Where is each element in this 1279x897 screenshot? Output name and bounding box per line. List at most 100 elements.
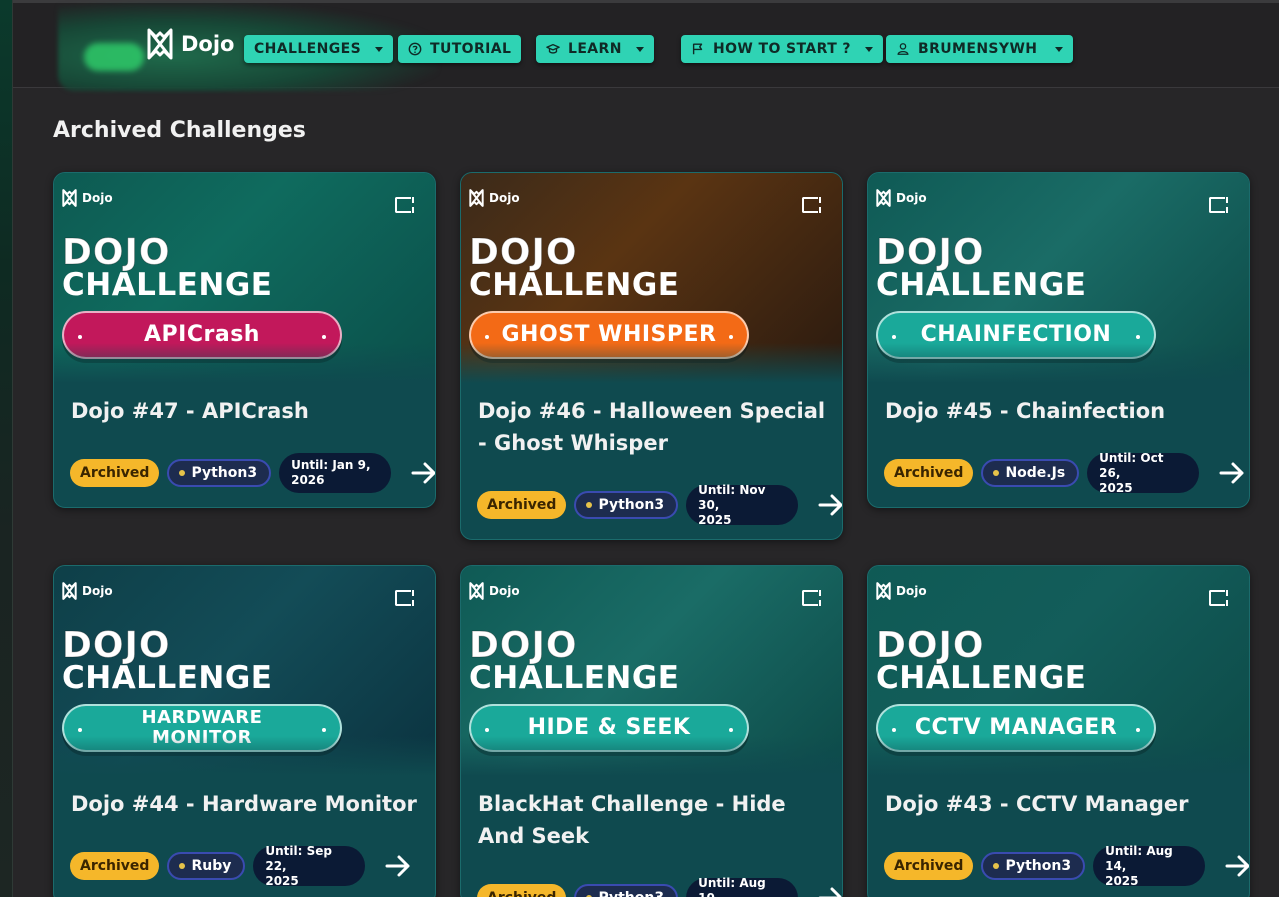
language-label: Python3 [598, 497, 665, 513]
challenge-banner-image: Dojo DOJO CHALLENGE CCTV MANAGER [868, 566, 1249, 776]
banner-fade [54, 343, 435, 383]
dojo-logo-icon [876, 189, 891, 207]
language-label: Ruby [191, 858, 232, 874]
chevron-down-icon [635, 46, 644, 52]
deadline-line1: Until: Aug 14, [1105, 843, 1173, 873]
arrow-right-icon[interactable] [409, 458, 435, 488]
challenge-meta: Archived Python3 Until: Aug 14, 2025 [884, 843, 1249, 888]
language-icon [179, 470, 186, 476]
banner-line2: CHALLENGE [876, 267, 1087, 303]
brand[interactable]: Dojo [147, 28, 234, 60]
page-title: Archived Challenges [53, 118, 306, 143]
nav-learn-label: LEARN [568, 41, 622, 57]
nav-tutorial-button[interactable]: TUTORIAL [398, 35, 522, 63]
nav-challenges-label: CHALLENGES [254, 41, 362, 57]
status-badge: Archived [477, 491, 567, 519]
flag-icon [692, 43, 703, 55]
language-icon [179, 863, 186, 869]
deadline-text: Until: Jan 9, 2026 [291, 458, 370, 488]
nav-tutorial-label: TUTORIAL [430, 41, 512, 57]
deadline-text: Until: Nov 30, 2025 [698, 483, 786, 528]
deadline-line2: 2025 [265, 873, 299, 888]
banner-brand-name: Dojo [82, 191, 113, 205]
deadline-line1: Until: Aug 10, [698, 875, 766, 897]
challenge-banner-image: Dojo DOJO CHALLENGE GHOST WHISPER [461, 173, 842, 383]
challenge-title[interactable]: Dojo #43 - CCTV Manager [885, 788, 1235, 820]
challenge-card[interactable]: Dojo DOJO CHALLENGE APICrash Dojo #47 - … [53, 172, 436, 508]
dojo-logo-icon [62, 189, 77, 207]
expand-icon [802, 197, 821, 213]
banner-fade [868, 343, 1249, 383]
banner-brand-name: Dojo [489, 584, 520, 598]
dojo-logo-icon [469, 582, 484, 600]
deadline-line1: Until: Oct 26, [1099, 450, 1164, 480]
nav-user-menu-button[interactable]: BRUMENSYWH [886, 35, 1074, 63]
deadline-line1: Until: Sep 22, [265, 843, 332, 873]
language-badge: Node.Js [981, 459, 1080, 487]
chevron-down-icon [375, 46, 384, 52]
banner-line2: CHALLENGE [62, 660, 273, 696]
dojo-logo-icon [469, 189, 484, 207]
help-circle-icon [408, 42, 422, 56]
banner-line2: CHALLENGE [62, 267, 273, 303]
nav-how-to-start-button[interactable]: HOW TO START ? [681, 35, 883, 63]
banner-brand-name: Dojo [82, 584, 113, 598]
status-badge: Archived [70, 459, 160, 487]
arrow-right-icon[interactable] [383, 851, 413, 881]
deadline-badge: Until: Oct 26, 2025 [1087, 450, 1200, 495]
nav-learn-button[interactable]: LEARN [536, 35, 654, 63]
deadline-line1: Until: Nov 30, [698, 482, 766, 512]
deadline-line2: 2025 [1099, 480, 1133, 495]
banner-fade [461, 343, 842, 383]
banner-brand: Dojo [876, 582, 927, 600]
deadline-badge: Until: Aug 10,2025 [686, 876, 799, 897]
banner-brand: Dojo [469, 582, 520, 600]
challenge-card[interactable]: Dojo DOJO CHALLENGE CCTV MANAGER Dojo #4… [867, 565, 1250, 897]
status-badge: Archived [884, 852, 974, 880]
banner-fade [54, 736, 435, 776]
arrow-right-icon[interactable] [1223, 851, 1249, 881]
challenge-title[interactable]: Dojo #46 - Halloween Special - Ghost Whi… [478, 395, 828, 459]
banner-line1: DOJO [875, 232, 985, 273]
nav-challenges-button[interactable]: CHALLENGES [244, 35, 394, 63]
language-label: Python3 [1005, 858, 1072, 874]
dojo-logo-icon [876, 582, 891, 600]
deadline-line2: 2025 [1105, 873, 1139, 888]
banner-line1: DOJO [875, 625, 985, 666]
expand-icon [1209, 197, 1228, 213]
arrow-right-icon[interactable] [816, 883, 842, 897]
language-badge: Python3 [574, 491, 679, 519]
challenge-title[interactable]: Dojo #45 - Chainfection [885, 395, 1235, 427]
challenge-card[interactable]: Dojo DOJO CHALLENGE HARDWARE MONITOR Doj… [53, 565, 436, 897]
blurred-pill [84, 43, 144, 71]
banner-brand: Dojo [62, 189, 113, 207]
banner-line1: DOJO [468, 232, 578, 273]
language-badge: Python3 [981, 852, 1086, 880]
language-icon [993, 470, 1000, 476]
banner-fade [461, 736, 842, 776]
challenge-card[interactable]: Dojo DOJO CHALLENGE GHOST WHISPER Dojo #… [460, 172, 843, 540]
language-badge: Ruby [167, 852, 246, 880]
deadline-text: Until: Aug 10,2025 [698, 876, 786, 897]
challenge-meta: Archived Python3 Until: Aug 10,2025 [477, 876, 842, 897]
deadline-line2: 2025 [698, 512, 732, 527]
chevron-down-icon [864, 46, 873, 52]
deadline-line1: Until: Jan 9, [291, 458, 371, 472]
challenge-title[interactable]: BlackHat Challenge - Hide And Seek [478, 788, 828, 852]
banner-line1: DOJO [61, 232, 171, 273]
banner-brand: Dojo [876, 189, 927, 207]
challenge-card[interactable]: Dojo DOJO CHALLENGE HIDE & SEEK BlackHat… [460, 565, 843, 897]
challenge-card[interactable]: Dojo DOJO CHALLENGE CHAINFECTION Dojo #4… [867, 172, 1250, 508]
status-badge: Archived [70, 852, 160, 880]
arrow-right-icon[interactable] [1217, 458, 1247, 488]
banner-brand-name: Dojo [896, 191, 927, 205]
deadline-badge: Until: Sep 22, 2025 [253, 844, 366, 889]
nav-how-to-start-label: HOW TO START ? [713, 41, 851, 57]
challenge-title[interactable]: Dojo #47 - APICrash [71, 395, 421, 427]
deadline-text: Until: Sep 22, 2025 [265, 844, 353, 889]
brand-name: Dojo [181, 32, 235, 56]
challenge-title[interactable]: Dojo #44 - Hardware Monitor [71, 788, 421, 820]
arrow-right-icon[interactable] [816, 490, 842, 520]
challenge-meta: Archived Python3 Until: Nov 30, 2025 [477, 483, 842, 528]
deadline-badge: Until: Jan 9, 2026 [279, 453, 392, 493]
